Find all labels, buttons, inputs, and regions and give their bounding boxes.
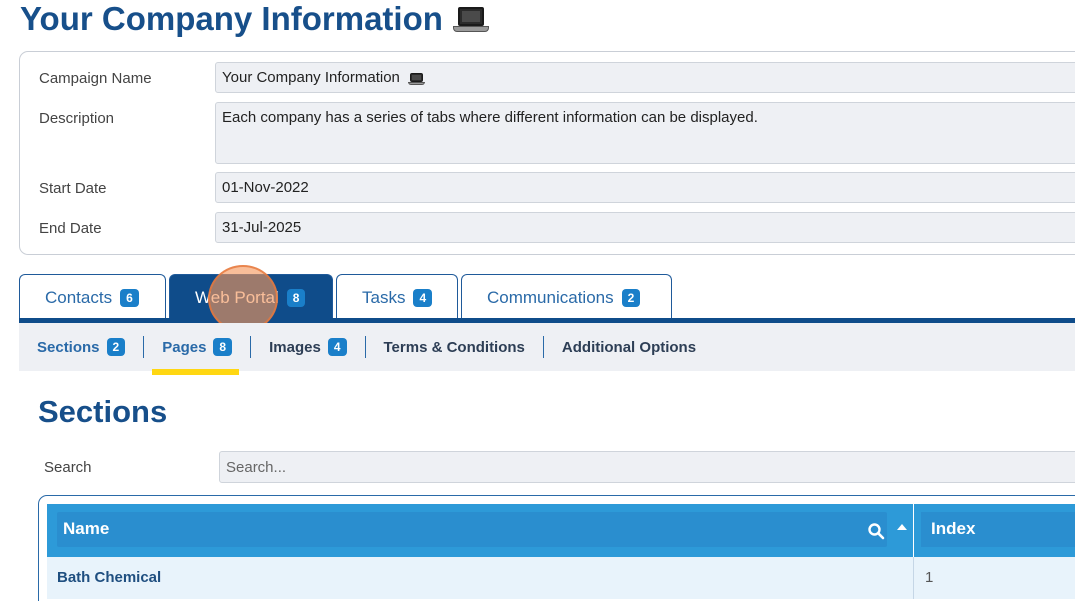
subnav-sections[interactable]: Sections 2	[19, 338, 143, 356]
laptop-icon	[408, 72, 426, 85]
end-date-value: 31-Jul-2025	[222, 219, 302, 236]
count-badge: 4	[327, 338, 347, 356]
column-filter-name[interactable]: Name	[57, 512, 887, 547]
start-date-field[interactable]: 01-Nov-2022	[215, 172, 1075, 203]
column-header-index[interactable]: Index	[921, 512, 1075, 547]
tab-communications[interactable]: Communications 2	[461, 274, 672, 320]
tab-web-portal[interactable]: Web Portal 8	[169, 274, 333, 320]
campaign-name-label: Campaign Name	[39, 70, 152, 87]
start-date-label: Start Date	[39, 180, 107, 197]
sections-table: Name Index Bath Chemical 1	[38, 495, 1075, 601]
page-title: Your Company Information	[20, 0, 489, 38]
subnav-terms-conditions[interactable]: Terms & Conditions	[366, 339, 543, 356]
subnav-pages[interactable]: Pages 8	[144, 338, 250, 356]
row-name[interactable]: Bath Chemical	[57, 569, 161, 586]
campaign-name-value: Your Company Information	[222, 69, 400, 86]
column-header-name[interactable]: Name	[47, 504, 913, 557]
main-tabs: Contacts 6 Web Portal 8 Tasks 4 Communic…	[19, 274, 672, 320]
description-field[interactable]: Each company has a series of tabs where …	[215, 102, 1075, 164]
column-label: Index	[931, 519, 976, 538]
tab-label: Web Portal	[195, 287, 279, 307]
table-header: Name Index	[47, 504, 1075, 557]
count-badge: 2	[106, 338, 126, 356]
column-label: Name	[63, 519, 110, 538]
column-divider	[913, 504, 914, 557]
column-divider	[913, 557, 914, 599]
page-title-text: Your Company Information	[20, 0, 443, 37]
tab-contacts[interactable]: Contacts 6	[19, 274, 166, 320]
tab-label: Communications	[487, 287, 614, 307]
subnav-label: Images	[269, 338, 321, 356]
subnav-label: Sections	[37, 338, 100, 356]
subnav-images[interactable]: Images 4	[251, 338, 364, 356]
subnav-label: Pages	[162, 338, 207, 356]
campaign-name-field[interactable]: Your Company Information	[215, 62, 1075, 93]
search-input[interactable]	[219, 451, 1075, 483]
sub-navigation: Sections 2 Pages 8 Images 4 Terms & Cond…	[19, 323, 1075, 371]
count-badge: 6	[120, 288, 139, 307]
count-badge: 4	[413, 288, 433, 307]
laptop-icon	[452, 5, 489, 33]
table-row[interactable]: Bath Chemical 1	[47, 557, 1075, 599]
pages-highlight-marker	[152, 369, 239, 375]
count-badge: 8	[213, 338, 233, 356]
sort-ascending-icon[interactable]	[897, 524, 907, 530]
tab-label: Tasks	[362, 287, 406, 307]
subnav-label: Terms & Conditions	[383, 338, 525, 356]
subnav-additional-options[interactable]: Additional Options	[544, 339, 714, 356]
campaign-info-card: Campaign Name Your Company Information D…	[19, 51, 1075, 255]
subnav-label: Additional Options	[561, 338, 697, 356]
description-label: Description	[39, 110, 115, 127]
search-icon[interactable]	[867, 522, 885, 540]
count-badge: 2	[621, 288, 641, 307]
count-badge: 8	[286, 288, 306, 307]
tab-tasks[interactable]: Tasks 4	[336, 274, 458, 320]
search-label: Search	[44, 459, 92, 476]
section-title: Sections	[38, 394, 168, 429]
end-date-field[interactable]: 31-Jul-2025	[215, 212, 1075, 243]
row-index: 1	[925, 569, 934, 586]
description-value: Each company has a series of tabs where …	[222, 109, 758, 126]
start-date-value: 01-Nov-2022	[222, 179, 309, 196]
end-date-label: End Date	[39, 220, 102, 237]
tab-label: Contacts	[45, 287, 113, 307]
